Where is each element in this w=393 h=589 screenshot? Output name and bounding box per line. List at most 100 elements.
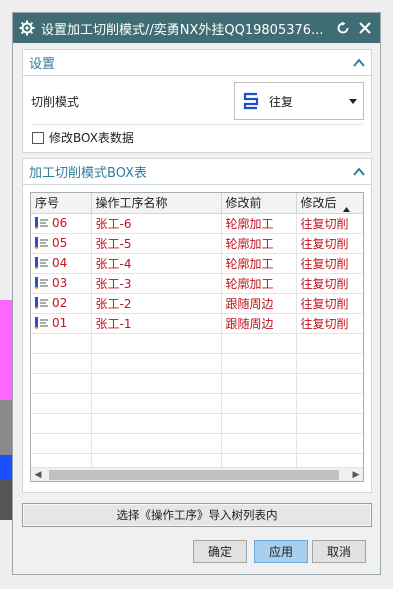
table-row[interactable]: 05 张工-5 轮廓加工 往复切削 <box>31 233 363 254</box>
column-header-index[interactable]: 序号 <box>31 193 92 214</box>
empty-cell <box>31 433 92 454</box>
cut-mode-label: 切削模式 <box>31 95 80 109</box>
apply-button[interactable]: 应用 <box>254 540 308 563</box>
modify-box-checkbox-row[interactable]: 修改BOX表数据 <box>32 129 134 146</box>
cell-operation: 张工-4 <box>91 253 222 274</box>
cell-text: 往复切削 <box>300 256 349 271</box>
title-bar: 设置加工切削模式//奕勇NX外挂QQ19805376... <box>13 13 380 43</box>
empty-cell <box>296 373 363 394</box>
empty-cell <box>221 393 297 414</box>
cell-operation: 张工-2 <box>91 293 222 314</box>
window-title: 设置加工切削模式//奕勇NX外挂QQ19805376... <box>41 22 324 38</box>
cell-operation: 张工-5 <box>91 233 222 254</box>
cell-text: 张工-1 <box>95 316 132 331</box>
operation-icon <box>33 256 49 270</box>
cell-text: 06 <box>52 215 68 230</box>
column-header-operation[interactable]: 操作工序名称 <box>91 193 222 214</box>
cell-operation: 张工-6 <box>91 213 222 234</box>
column-header-after[interactable]: 修改后 <box>296 193 363 214</box>
cell-before: 轮廓加工 <box>221 233 297 254</box>
empty-cell <box>31 333 92 354</box>
cell-after: 往复切削 <box>296 313 363 334</box>
scroll-track[interactable] <box>45 469 349 480</box>
cell-before: 轮廓加工 <box>221 253 297 274</box>
empty-row <box>31 433 363 454</box>
empty-cell <box>221 353 297 374</box>
table-row[interactable]: 04 张工-4 轮廓加工 往复切削 <box>31 253 363 274</box>
cut-mode-select[interactable]: 往复 <box>234 82 364 120</box>
close-icon[interactable] <box>356 19 374 37</box>
box-table-header[interactable]: 加工切削模式BOX表 <box>23 159 371 185</box>
operation-icon <box>33 236 49 250</box>
column-header-before[interactable]: 修改前 <box>221 193 297 214</box>
import-operations-button[interactable]: 选择《操作工序》导入树列表内 <box>22 503 372 527</box>
cell-index: 04 <box>31 253 92 274</box>
cell-text: 跟随周边 <box>225 316 274 331</box>
cell-index: 02 <box>31 293 92 314</box>
gear-icon <box>19 20 35 36</box>
empty-cell <box>296 433 363 454</box>
empty-cell <box>221 413 297 434</box>
table-row[interactable]: 02 张工-2 跟随周边 往复切削 <box>31 293 363 314</box>
cell-after: 往复切削 <box>296 253 363 274</box>
cell-text: 往复切削 <box>300 236 349 251</box>
empty-cell <box>296 393 363 414</box>
empty-cell <box>91 333 222 354</box>
cell-text: 张工-3 <box>95 276 132 291</box>
cut-mode-value: 往复 <box>269 94 294 109</box>
cell-operation: 张工-1 <box>91 313 222 334</box>
cell-text: 轮廓加工 <box>225 236 274 251</box>
cell-before: 轮廓加工 <box>221 213 297 234</box>
cell-text: 张工-6 <box>95 216 132 231</box>
empty-cell <box>91 433 222 454</box>
cell-text: 往复切削 <box>300 296 349 311</box>
empty-cell <box>296 353 363 374</box>
scroll-left-arrow[interactable]: ◀ <box>31 468 45 482</box>
scroll-right-arrow[interactable]: ▶ <box>349 468 363 482</box>
cell-before: 跟随周边 <box>221 313 297 334</box>
empty-row <box>31 353 363 374</box>
zigzag-mode-icon <box>241 91 261 111</box>
modify-box-checkbox[interactable] <box>32 131 44 144</box>
collapse-chevron-icon[interactable] <box>353 57 365 68</box>
settings-group: 设置 切削模式 往复 修改BOX表数据 <box>22 49 372 153</box>
collapse-chevron-icon[interactable] <box>353 166 365 177</box>
cell-text: 04 <box>52 255 68 270</box>
table-row[interactable]: 03 张工-3 轮廓加工 往复切削 <box>31 273 363 294</box>
cell-operation: 张工-3 <box>91 273 222 294</box>
cell-text: 轮廓加工 <box>225 276 274 291</box>
reset-icon[interactable] <box>334 19 352 37</box>
empty-row <box>31 333 363 354</box>
empty-cell <box>31 373 92 394</box>
empty-cell <box>91 413 222 434</box>
empty-cell <box>31 353 92 374</box>
horizontal-scrollbar[interactable]: ◀ ▶ <box>31 467 363 481</box>
cell-text: 往复切削 <box>300 216 349 231</box>
cell-index: 05 <box>31 233 92 254</box>
background-blue-region <box>0 455 12 480</box>
table-row[interactable]: 01 张工-1 跟随周边 往复切削 <box>31 313 363 334</box>
settings-header[interactable]: 设置 <box>23 50 371 76</box>
cell-index: 06 <box>31 213 92 234</box>
modify-box-checkbox-label: 修改BOX表数据 <box>49 131 134 145</box>
ok-button[interactable]: 确定 <box>193 540 247 563</box>
cell-text: 张工-2 <box>95 296 132 311</box>
dropdown-arrow-icon <box>349 98 357 104</box>
scroll-thumb[interactable] <box>49 469 339 480</box>
operation-icon <box>33 316 49 330</box>
empty-row <box>31 373 363 394</box>
cell-text: 跟随周边 <box>225 296 274 311</box>
cell-before: 跟随周边 <box>221 293 297 314</box>
cell-text: 张工-4 <box>95 256 132 271</box>
cell-index: 03 <box>31 273 92 294</box>
empty-cell <box>91 353 222 374</box>
operations-table[interactable]: 序号 操作工序名称 修改前 修改后 06 张工-6 轮廓加工 往复切削 05 张工-5 轮廓… <box>30 192 364 482</box>
cancel-button[interactable]: 取消 <box>312 540 366 563</box>
cell-text: 往复切削 <box>300 316 349 331</box>
dialog-window: 设置加工切削模式//奕勇NX外挂QQ19805376... 设置 切削模式 往复 <box>12 12 381 575</box>
column-header-after-label: 修改后 <box>300 196 337 211</box>
table-row[interactable]: 06 张工-6 轮廓加工 往复切削 <box>31 213 363 234</box>
cell-text: 01 <box>52 315 68 330</box>
cell-text: 轮廓加工 <box>225 216 274 231</box>
empty-cell <box>296 333 363 354</box>
